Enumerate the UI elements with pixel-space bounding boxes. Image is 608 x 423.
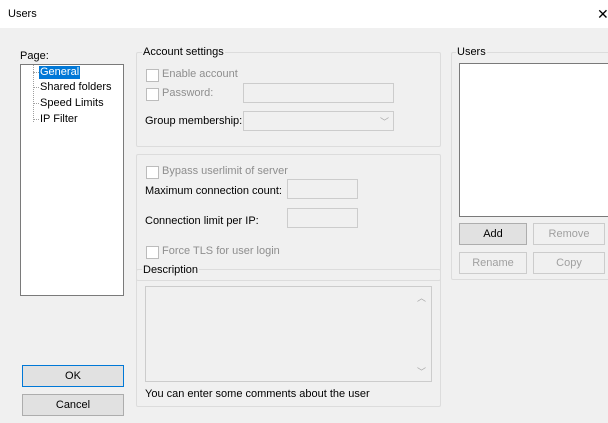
- group-membership-label: Group membership:: [145, 115, 243, 127]
- close-icon[interactable]: ✕: [597, 6, 608, 23]
- window-title: Users: [8, 8, 37, 20]
- tree-connector: [33, 65, 34, 122]
- chevron-down-icon: ﹀: [380, 117, 390, 127]
- scroll-down-icon[interactable]: ﹀: [417, 365, 426, 378]
- description-hint: You can enter some comments about the us…: [145, 388, 370, 400]
- title-bar: Users ✕: [0, 0, 608, 28]
- password-checkbox[interactable]: [146, 88, 159, 101]
- users-list[interactable]: [459, 63, 608, 217]
- tree-item-speed-limits[interactable]: Speed Limits: [39, 97, 105, 110]
- force-tls-label: Force TLS for user login: [162, 245, 280, 257]
- max-connection-field[interactable]: [287, 179, 358, 199]
- bypass-userlimit-checkbox[interactable]: [146, 166, 159, 179]
- force-tls-checkbox[interactable]: [146, 246, 159, 259]
- page-label: Page:: [20, 50, 49, 62]
- scroll-up-icon[interactable]: ︿: [417, 291, 426, 304]
- cancel-button[interactable]: Cancel: [22, 394, 124, 416]
- remove-user-button[interactable]: Remove: [533, 223, 605, 245]
- account-settings-label: Account settings: [142, 46, 225, 58]
- dialog-body: Page: General Shared folders Speed Limit…: [0, 28, 608, 423]
- page-tree[interactable]: General Shared folders Speed Limits IP F…: [20, 64, 124, 296]
- enable-account-checkbox[interactable]: [146, 69, 159, 82]
- tree-item-shared-folders[interactable]: Shared folders: [39, 81, 113, 94]
- copy-user-button[interactable]: Copy: [533, 252, 605, 274]
- description-textarea[interactable]: ︿ ﹀: [145, 286, 432, 382]
- tree-item-general[interactable]: General: [39, 66, 81, 79]
- ok-button[interactable]: OK: [22, 365, 124, 387]
- connection-per-ip-label: Connection limit per IP:: [145, 215, 259, 227]
- rename-user-button[interactable]: Rename: [459, 252, 527, 274]
- tree-item-ip-filter[interactable]: IP Filter: [39, 113, 79, 126]
- enable-account-label: Enable account: [162, 68, 238, 80]
- bypass-userlimit-label: Bypass userlimit of server: [162, 165, 288, 177]
- password-label: Password:: [162, 87, 214, 99]
- users-label: Users: [456, 46, 487, 58]
- connection-per-ip-field[interactable]: [287, 208, 358, 228]
- description-label: Description: [142, 264, 200, 276]
- group-membership-select[interactable]: ﹀: [243, 111, 394, 131]
- password-field[interactable]: [243, 83, 394, 103]
- max-connection-label: Maximum connection count:: [145, 185, 282, 197]
- add-user-button[interactable]: Add: [459, 223, 527, 245]
